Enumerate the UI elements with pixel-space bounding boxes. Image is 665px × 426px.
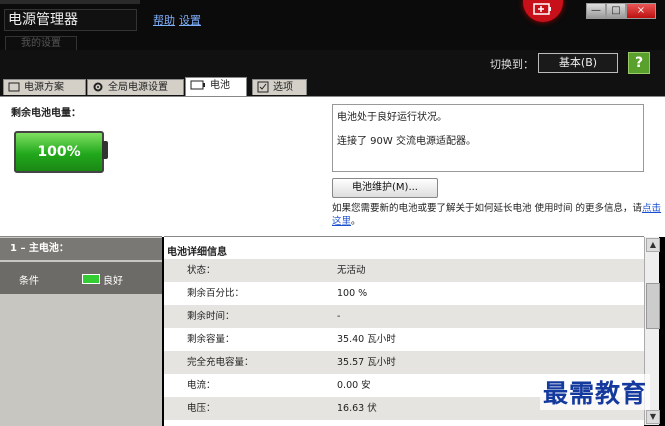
info-text: 如果您需要新的电池或要了解关于如何延长电池 使用时间 的更多信息，请点击这里。 — [332, 202, 662, 228]
table-row: 剩余时间： - — [164, 305, 644, 328]
maximize-button[interactable]: □ — [606, 3, 626, 19]
row-value: - — [337, 311, 341, 322]
condition-value: 良好 — [103, 276, 123, 287]
app-title: 电源管理器 — [4, 9, 137, 31]
row-value: 0.00 安 — [337, 380, 371, 391]
status-line: 电池处于良好运行状况。 — [337, 112, 447, 123]
battery-icon — [190, 80, 205, 90]
minimize-button[interactable]: — — [586, 3, 606, 19]
watermark: 最需教育 — [540, 374, 651, 410]
tab-label: 全局电源设置 — [108, 82, 168, 93]
close-button[interactable]: × — [626, 3, 656, 19]
table-row: 剩余百分比： 100 % — [164, 282, 644, 305]
page-icon — [8, 82, 20, 92]
row-key: 电压： — [187, 403, 216, 414]
settings-link[interactable]: 设置 — [179, 12, 201, 28]
row-key: 剩余时间： — [187, 311, 235, 322]
status-box: 电池处于良好运行状况。 连接了 90W 交流电源适配器。 — [332, 104, 644, 172]
table-row: 状态： 无活动 — [164, 259, 644, 282]
row-key: 剩余百分比： — [187, 288, 245, 299]
row-value: 100 % — [337, 288, 368, 299]
ghost-menu-strip — [0, 0, 140, 4]
battery-maintenance-button[interactable]: 电池维护(M)... — [332, 178, 438, 198]
switch-label: 切换到： — [490, 58, 534, 71]
tab-global-settings[interactable]: 全局电源设置 — [87, 79, 184, 95]
row-key: 电流： — [187, 380, 216, 391]
row-value: 16.63 伏 — [337, 403, 377, 414]
row-value: 35.40 瓦小时 — [337, 334, 396, 345]
help-link[interactable]: 帮助 — [153, 12, 175, 28]
gear-icon — [93, 82, 103, 92]
tab-label: 选项 — [273, 82, 293, 93]
tab-label: 电池 — [210, 80, 230, 91]
condition-label: 条件 — [19, 276, 39, 287]
remaining-label: 剩余电池电量： — [11, 108, 81, 119]
battery-plus-icon — [533, 3, 551, 15]
tab-power-plans[interactable]: 电源方案 — [3, 79, 86, 95]
scroll-up-icon[interactable]: ▲ — [646, 238, 660, 252]
row-value: 35.57 瓦小时 — [337, 357, 396, 368]
details-title: 电池详细信息 — [167, 247, 227, 258]
mode-select[interactable]: 基本(B) — [538, 53, 618, 73]
info-body: 如果您需要新的电池或要了解关于如何延长电池 使用时间 的更多信息，请 — [332, 203, 643, 214]
battery-level-gauge: 100% — [14, 131, 104, 173]
tab-label: 电源方案 — [24, 82, 64, 93]
info-suffix: 。 — [351, 216, 361, 227]
table-row: 剩余容量： 35.40 瓦小时 — [164, 328, 644, 351]
checkbox-icon — [257, 81, 269, 93]
table-row: 完全充电容量： 35.57 瓦小时 — [164, 351, 644, 374]
tab-options[interactable]: 选项 — [252, 79, 307, 95]
help-question-button[interactable]: ? — [628, 52, 650, 74]
status-line: 连接了 90W 交流电源适配器。 — [337, 136, 476, 147]
scroll-thumb[interactable] — [646, 283, 660, 329]
battery-tip — [102, 141, 108, 159]
battery-list-header[interactable]: 1 – 主电池： — [0, 238, 162, 260]
row-key: 剩余容量： — [187, 334, 235, 345]
scroll-down-icon[interactable]: ▼ — [646, 410, 660, 424]
row-value: 无活动 — [337, 265, 366, 276]
tab-battery[interactable]: 电池 — [185, 77, 247, 96]
row-key: 完全充电容量： — [187, 357, 254, 368]
row-key: 状态： — [187, 265, 216, 276]
mini-battery-icon — [82, 274, 100, 284]
